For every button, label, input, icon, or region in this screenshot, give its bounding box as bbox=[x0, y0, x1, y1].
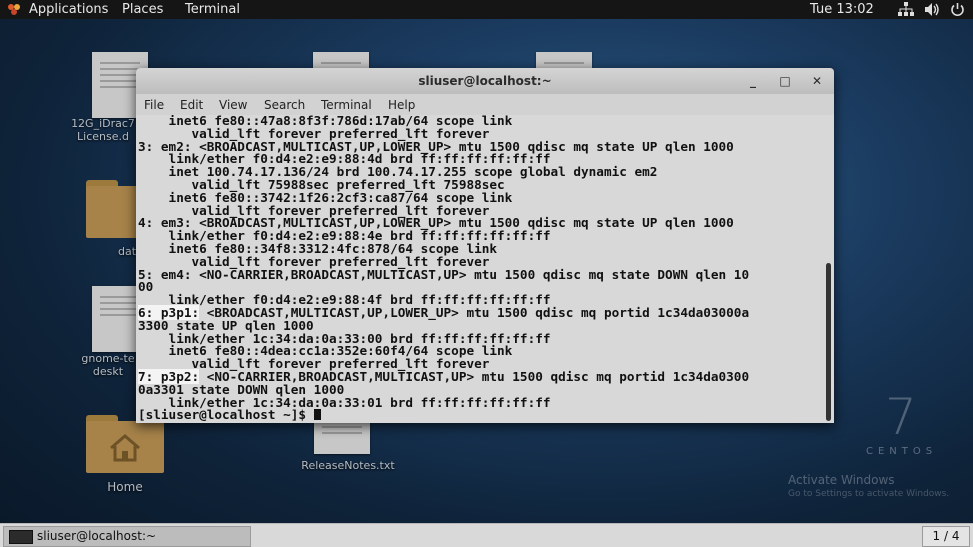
applications-menu[interactable]: Applications bbox=[29, 1, 108, 18]
terminal-menu[interactable]: Terminal bbox=[185, 1, 240, 18]
terminal-scrollbar[interactable] bbox=[824, 115, 834, 423]
home-folder-label: Home bbox=[107, 480, 143, 494]
menu-terminal[interactable]: Terminal bbox=[321, 98, 372, 112]
license-file-label: 12G_iDrac7 License.d bbox=[71, 117, 135, 143]
terminal-line: [sliuser@localhost ~]$ bbox=[138, 407, 314, 423]
release-notes-label: ReleaseNotes.txt bbox=[301, 459, 395, 472]
volume-icon[interactable] bbox=[924, 2, 940, 17]
activate-windows-title: Activate Windows bbox=[788, 473, 895, 487]
network-icon[interactable] bbox=[898, 2, 914, 17]
terminal-line: 5: em4: <NO-CARRIER,BROADCAST,MULTICAST,… bbox=[138, 266, 750, 282]
clock[interactable]: Tue 13:02 bbox=[810, 1, 874, 18]
terminal-menubar: File Edit View Search Terminal Help bbox=[136, 94, 834, 115]
terminal-output[interactable]: inet6 fe80::47a8:8f3f:786d:17ab/64 scope… bbox=[136, 115, 824, 423]
window-titlebar[interactable]: sliuser@localhost:~ _ □ ✕ bbox=[136, 68, 834, 94]
scrollbar-thumb[interactable] bbox=[826, 263, 831, 421]
taskbar-terminal-item[interactable]: sliuser@localhost:~ bbox=[3, 526, 251, 547]
bottom-taskbar: sliuser@localhost:~ 1 / 4 bbox=[0, 523, 973, 547]
maximize-button[interactable]: □ bbox=[776, 72, 794, 90]
power-icon[interactable] bbox=[950, 2, 965, 17]
terminal-cursor bbox=[313, 409, 321, 421]
menu-file[interactable]: File bbox=[144, 98, 164, 112]
minimize-button[interactable]: _ bbox=[744, 72, 762, 90]
close-button[interactable]: ✕ bbox=[808, 72, 826, 90]
window-title: sliuser@localhost:~ bbox=[418, 74, 552, 88]
applications-icon bbox=[8, 4, 20, 15]
places-menu[interactable]: Places bbox=[122, 1, 163, 18]
terminal-window[interactable]: sliuser@localhost:~ _ □ ✕ File Edit View… bbox=[136, 68, 834, 423]
menu-edit[interactable]: Edit bbox=[180, 98, 203, 112]
terminal-icon bbox=[9, 530, 33, 544]
menu-help[interactable]: Help bbox=[388, 98, 415, 112]
centos-logo-number: 7 bbox=[885, 388, 917, 446]
top-panel: Applications Places Terminal Tue 13:02 bbox=[0, 0, 973, 19]
house-icon bbox=[110, 434, 140, 462]
centos-logo-word: CENTOS bbox=[866, 446, 938, 457]
activate-windows-subtitle: Go to Settings to activate Windows. bbox=[788, 489, 950, 499]
menu-search[interactable]: Search bbox=[264, 98, 305, 112]
home-folder-icon[interactable] bbox=[86, 415, 164, 473]
terminal-text[interactable]: inet6 fe80::47a8:8f3f:786d:17ab/64 scope… bbox=[138, 115, 749, 422]
menu-view[interactable]: View bbox=[219, 98, 247, 112]
workspace-switcher[interactable]: 1 / 4 bbox=[922, 526, 970, 547]
taskbar-item-label: sliuser@localhost:~ bbox=[37, 529, 157, 543]
